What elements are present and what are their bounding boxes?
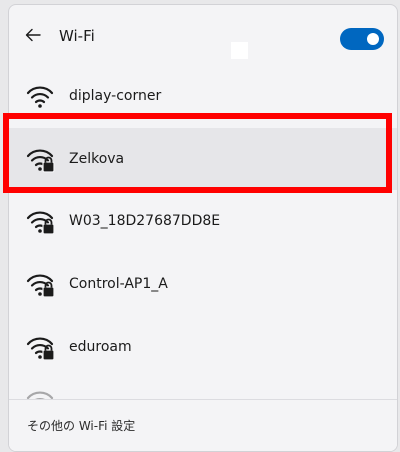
network-name: eduroam bbox=[69, 339, 132, 355]
white-square-artifact bbox=[231, 42, 248, 59]
wifi-secured-icon bbox=[26, 337, 55, 361]
more-wifi-settings-link[interactable]: その他の Wi-Fi 設定 bbox=[27, 418, 135, 434]
network-item-eduroam[interactable]: eduroam bbox=[9, 316, 397, 378]
wifi-header: Wi-Fi bbox=[9, 5, 397, 65]
network-name: Zelkova bbox=[69, 151, 125, 167]
wifi-signal-icon bbox=[26, 86, 54, 109]
wifi-secured-icon bbox=[26, 211, 55, 235]
network-name: Control-AP1_A bbox=[69, 276, 168, 292]
wifi-secured-icon bbox=[26, 149, 55, 173]
network-item-zelkova[interactable]: Zelkova bbox=[9, 128, 397, 190]
network-name: diplay-corner bbox=[69, 88, 162, 104]
back-button[interactable] bbox=[21, 23, 45, 47]
wifi-signal-icon bbox=[26, 391, 54, 399]
network-item-control-ap1[interactable]: Control-AP1_A bbox=[9, 253, 397, 315]
wifi-toggle[interactable] bbox=[340, 28, 384, 50]
wifi-secured-icon bbox=[26, 274, 55, 298]
network-item-partial[interactable] bbox=[9, 379, 397, 399]
wifi-footer: その他の Wi-Fi 設定 bbox=[9, 399, 397, 451]
network-name: W03_18D27687DD8E bbox=[69, 213, 221, 229]
toggle-knob bbox=[367, 33, 379, 45]
page-title: Wi-Fi bbox=[59, 27, 95, 45]
network-list: diplay-corner Zelkova W03_18D27687DD8E C… bbox=[9, 65, 397, 399]
network-item-w03[interactable]: W03_18D27687DD8E bbox=[9, 190, 397, 252]
arrow-left-icon bbox=[25, 28, 41, 42]
wifi-flyout-panel: Wi-Fi diplay-corner Zelkova W03_18D27687… bbox=[8, 4, 398, 452]
network-item-diplay-corner[interactable]: diplay-corner bbox=[9, 65, 397, 127]
